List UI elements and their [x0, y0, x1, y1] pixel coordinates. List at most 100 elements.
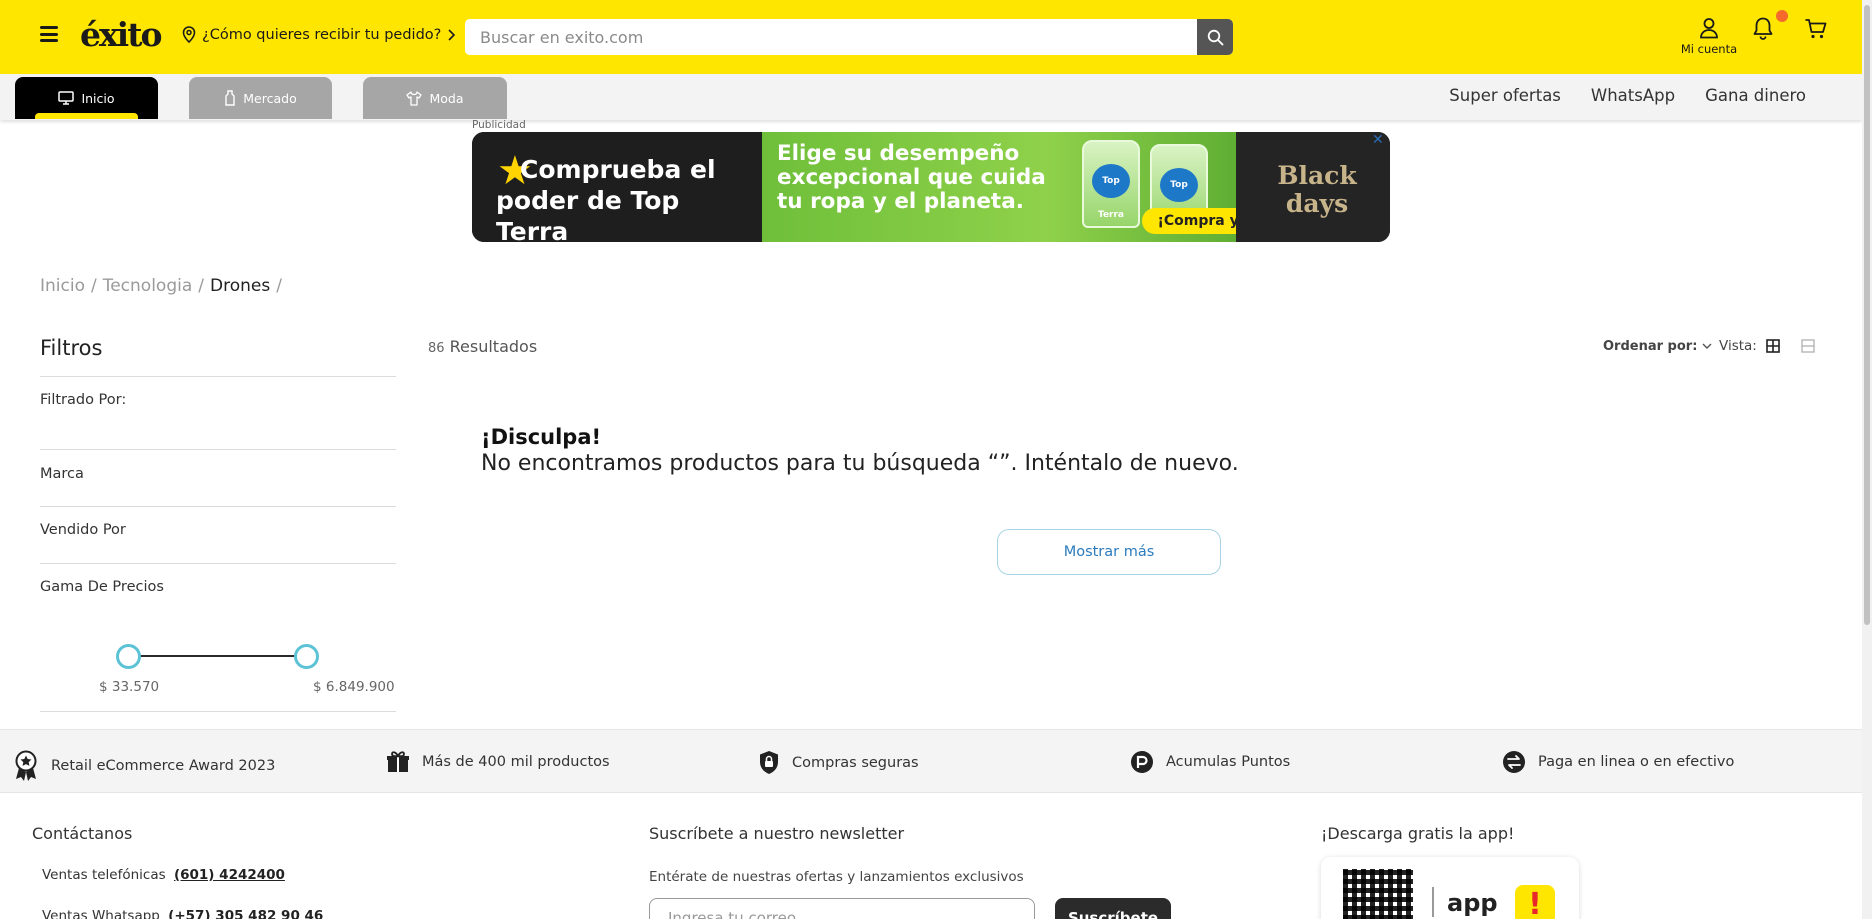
- footer-whatsapp-label: Ventas Whatsapp: [42, 908, 160, 919]
- chevron-down-icon: [1702, 343, 1712, 349]
- sort-dropdown[interactable]: Ordenar por:: [1603, 339, 1712, 354]
- sort-label: Ordenar por:: [1603, 339, 1698, 354]
- feature-points-label: Acumulas Puntos: [1166, 754, 1291, 770]
- divider: [40, 563, 396, 564]
- divider: [40, 711, 396, 712]
- delivery-selector[interactable]: ¿Cómo quieres recibir tu pedido?: [182, 26, 456, 43]
- footer-whatsapp: Ventas Whatsapp (+57) 305 482 90 46: [42, 908, 323, 919]
- feature-secure: Compras seguras: [758, 750, 919, 775]
- category-nav: Inicio Mercado Moda Super ofertas WhatsA…: [0, 74, 1862, 120]
- search-bar: [465, 19, 1233, 55]
- location-pin-icon: [182, 26, 196, 43]
- filter-marca[interactable]: Marca: [40, 466, 84, 482]
- newsletter-email-input[interactable]: [649, 898, 1035, 919]
- tab-mercado[interactable]: Mercado: [189, 77, 332, 119]
- footer-phone-link[interactable]: (601) 4242400: [174, 867, 285, 883]
- results-number: 86: [428, 341, 445, 356]
- tab-inicio[interactable]: Inicio: [15, 77, 158, 119]
- points-icon: [1131, 751, 1153, 773]
- ad-label: Publicidad: [472, 119, 526, 131]
- app-download-card[interactable]: app !: [1321, 857, 1579, 919]
- ad-close-icon[interactable]: ✕: [1372, 132, 1384, 148]
- newsletter-subscribe-button[interactable]: Suscríbete: [1055, 898, 1171, 919]
- detergent-bottle-image: Top Terra: [1082, 140, 1140, 228]
- feature-payment: Paga en linea o en efectivo: [1502, 750, 1734, 774]
- features-band: Retail eCommerce Award 2023 Más de 400 m…: [0, 729, 1862, 793]
- grid-view-icon[interactable]: [1766, 339, 1780, 353]
- nav-link-super-ofertas[interactable]: Super ofertas: [1449, 86, 1561, 105]
- price-slider-track: [127, 655, 307, 657]
- feature-award: Retail eCommerce Award 2023: [13, 750, 275, 782]
- list-view-icon[interactable]: [1801, 339, 1815, 353]
- filters-title: Filtros: [40, 336, 103, 360]
- nav-link-gana-dinero[interactable]: Gana dinero: [1705, 86, 1806, 105]
- account-label: Mi cuenta: [1680, 42, 1738, 56]
- tab-moda[interactable]: Moda: [363, 77, 507, 119]
- cart-icon: [1805, 19, 1827, 39]
- feature-secure-label: Compras seguras: [792, 754, 919, 771]
- price-max-value: $ 6.849.900: [313, 679, 395, 695]
- ad-left-panel: ★ Comprueba el poder de Top Terra: [472, 132, 762, 242]
- breadcrumb-inicio[interactable]: Inicio: [40, 276, 85, 296]
- account-button[interactable]: Mi cuenta: [1676, 17, 1742, 56]
- divider: [40, 376, 396, 377]
- breadcrumb: Inicio / Tecnologia / Drones /: [40, 276, 282, 296]
- tab-inicio-label: Inicio: [81, 90, 115, 106]
- bottle-icon: [225, 90, 235, 106]
- footer-contact-title: Contáctanos: [32, 824, 133, 843]
- notifications-button[interactable]: [1752, 16, 1774, 44]
- tab-moda-label: Moda: [429, 90, 464, 106]
- divider: [40, 506, 396, 507]
- footer-phone-label: Ventas telefónicas: [42, 867, 166, 883]
- filter-gama-precios[interactable]: Gama De Precios: [40, 579, 164, 595]
- divider: [40, 449, 396, 450]
- menu-icon[interactable]: [40, 26, 58, 42]
- footer-app-title: ¡Descarga gratis la app!: [1321, 824, 1515, 843]
- footer-newsletter-subtitle: Entérate de nuestras ofertas y lanzamien…: [649, 869, 1024, 885]
- search-icon: [1207, 29, 1223, 45]
- ad-headline-left: Comprueba el poder de Top Terra: [496, 155, 716, 242]
- ad-right-panel: Black days: [1236, 132, 1390, 242]
- tab-mercado-label: Mercado: [243, 90, 297, 106]
- chevron-right-icon: [448, 28, 456, 41]
- ad-headline-mid: Elige su desempeño excepcional que cuida…: [777, 141, 1046, 214]
- footer-phone: Ventas telefónicas (601) 4242400: [42, 867, 285, 883]
- feature-products: Más de 400 mil productos: [386, 750, 610, 774]
- results-count: 86 Resultados: [428, 337, 537, 356]
- empty-state-message: No encontramos productos para tu búsqued…: [481, 451, 1239, 476]
- cart-button[interactable]: [1804, 18, 1828, 44]
- exchange-icon: [1503, 751, 1525, 773]
- feature-products-label: Más de 400 mil productos: [422, 754, 610, 770]
- price-slider-min-handle[interactable]: [116, 644, 141, 669]
- user-icon: [1700, 18, 1718, 39]
- price-slider-max-handle[interactable]: [294, 644, 319, 669]
- breadcrumb-separator: /: [198, 276, 204, 296]
- notification-badge: [1776, 10, 1788, 22]
- filtered-by-label: Filtrado Por:: [40, 392, 127, 408]
- exito-logo[interactable]: éxito: [80, 15, 162, 54]
- gift-icon: [387, 751, 409, 772]
- nav-links: Super ofertas WhatsApp Gana dinero: [1449, 86, 1806, 105]
- search-input[interactable]: [465, 19, 1197, 55]
- breadcrumb-drones: Drones: [210, 276, 271, 296]
- shirt-icon: [406, 90, 423, 106]
- filter-vendido-por[interactable]: Vendido Por: [40, 522, 126, 538]
- bell-icon: [1753, 17, 1773, 40]
- footer-whatsapp-link[interactable]: (+57) 305 482 90 46: [168, 908, 323, 919]
- qr-code-image: [1343, 869, 1413, 919]
- shield-lock-icon: [760, 751, 778, 774]
- breadcrumb-tecnologia[interactable]: Tecnologia: [103, 276, 193, 296]
- ad-banner[interactable]: ★ Comprueba el poder de Top Terra Elige …: [472, 132, 1390, 242]
- breadcrumb-separator: /: [90, 276, 97, 296]
- empty-state-title: ¡Disculpa!: [481, 425, 602, 449]
- app-word: app: [1447, 889, 1498, 917]
- scrollbar-thumb[interactable]: [1864, 5, 1870, 625]
- exito-app-icon: !: [1515, 885, 1555, 919]
- view-label: Vista:: [1719, 338, 1757, 354]
- show-more-button[interactable]: Mostrar más: [997, 529, 1221, 575]
- view-toggle: Vista:: [1719, 338, 1815, 354]
- feature-award-label: Retail eCommerce Award 2023: [51, 758, 276, 774]
- monitor-icon: [58, 91, 75, 105]
- search-button[interactable]: [1197, 19, 1233, 55]
- nav-link-whatsapp[interactable]: WhatsApp: [1591, 86, 1675, 105]
